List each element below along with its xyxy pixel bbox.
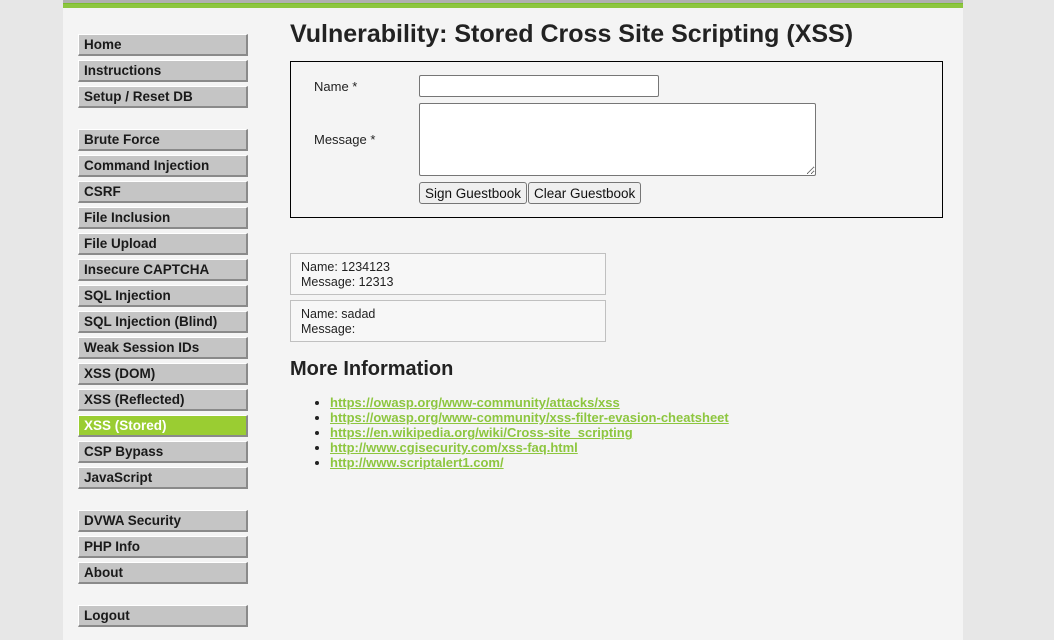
guestbook-form: Name * Message * Sign Guestbook Clear Gu… [290, 61, 943, 218]
menu-item-dvwa-security[interactable]: DVWA Security [78, 510, 248, 532]
menu-item-logout[interactable]: Logout [78, 605, 248, 627]
page-title: Vulnerability: Stored Cross Site Scripti… [290, 20, 854, 48]
message-textarea[interactable] [419, 103, 816, 176]
entry-name: Name: sadad [301, 307, 376, 321]
menu-item-command-injection[interactable]: Command Injection [78, 155, 248, 177]
clear-guestbook-button[interactable]: Clear Guestbook [528, 182, 642, 204]
menu-item-instructions[interactable]: Instructions [78, 60, 248, 82]
entry-name: Name: 1234123 [301, 260, 390, 274]
more-information-heading: More Information [290, 358, 454, 380]
header-bar [63, 0, 963, 8]
more-information-links: https://owasp.org/www-community/attacks/… [313, 395, 729, 470]
entry-message: Message: 12313 [301, 275, 394, 289]
link-wikipedia-xss[interactable]: https://en.wikipedia.org/wiki/Cross-site… [330, 425, 633, 440]
name-label: Name * [314, 79, 358, 94]
menu-item-insecure-captcha[interactable]: Insecure CAPTCHA [78, 259, 248, 281]
menu-item-sql-injection[interactable]: SQL Injection [78, 285, 248, 307]
guestbook-entry: Name: 1234123 Message: 12313 [290, 253, 606, 295]
menu-item-sql-injection-blind[interactable]: SQL Injection (Blind) [78, 311, 248, 333]
menu-item-home[interactable]: Home [78, 34, 248, 56]
menu-item-file-inclusion[interactable]: File Inclusion [78, 207, 248, 229]
menu-item-setup-reset-db[interactable]: Setup / Reset DB [78, 86, 248, 108]
sign-guestbook-button[interactable]: Sign Guestbook [419, 182, 528, 204]
name-input[interactable] [419, 75, 659, 97]
message-label: Message * [314, 132, 376, 147]
menu-item-weak-session-ids[interactable]: Weak Session IDs [78, 337, 248, 359]
menu-item-xss-reflected[interactable]: XSS (Reflected) [78, 389, 248, 411]
page-container: Home Instructions Setup / Reset DB Brute… [63, 0, 963, 640]
menu-item-xss-stored[interactable]: XSS (Stored) [78, 415, 248, 437]
menu-item-csrf[interactable]: CSRF [78, 181, 248, 203]
menu-item-xss-dom[interactable]: XSS (DOM) [78, 363, 248, 385]
menu-item-csp-bypass[interactable]: CSP Bypass [78, 441, 248, 463]
list-item: http://www.cgisecurity.com/xss-faq.html [330, 440, 729, 455]
list-item: https://owasp.org/www-community/attacks/… [330, 395, 729, 410]
entry-message: Message: [301, 322, 356, 336]
link-owasp-xss-filter-evasion[interactable]: https://owasp.org/www-community/xss-filt… [330, 410, 729, 425]
menu-item-file-upload[interactable]: File Upload [78, 233, 248, 255]
menu-item-javascript[interactable]: JavaScript [78, 467, 248, 489]
menu-item-brute-force[interactable]: Brute Force [78, 129, 248, 151]
list-item: http://www.scriptalert1.com/ [330, 455, 729, 470]
list-item: https://owasp.org/www-community/xss-filt… [330, 410, 729, 425]
list-item: https://en.wikipedia.org/wiki/Cross-site… [330, 425, 729, 440]
menu-item-about[interactable]: About [78, 562, 248, 584]
link-cgisecurity-xss-faq[interactable]: http://www.cgisecurity.com/xss-faq.html [330, 440, 578, 455]
guestbook-entry: Name: sadad Message: [290, 300, 606, 342]
link-owasp-xss[interactable]: https://owasp.org/www-community/attacks/… [330, 395, 620, 410]
link-scriptalert1[interactable]: http://www.scriptalert1.com/ [330, 455, 504, 470]
menu-item-php-info[interactable]: PHP Info [78, 536, 248, 558]
